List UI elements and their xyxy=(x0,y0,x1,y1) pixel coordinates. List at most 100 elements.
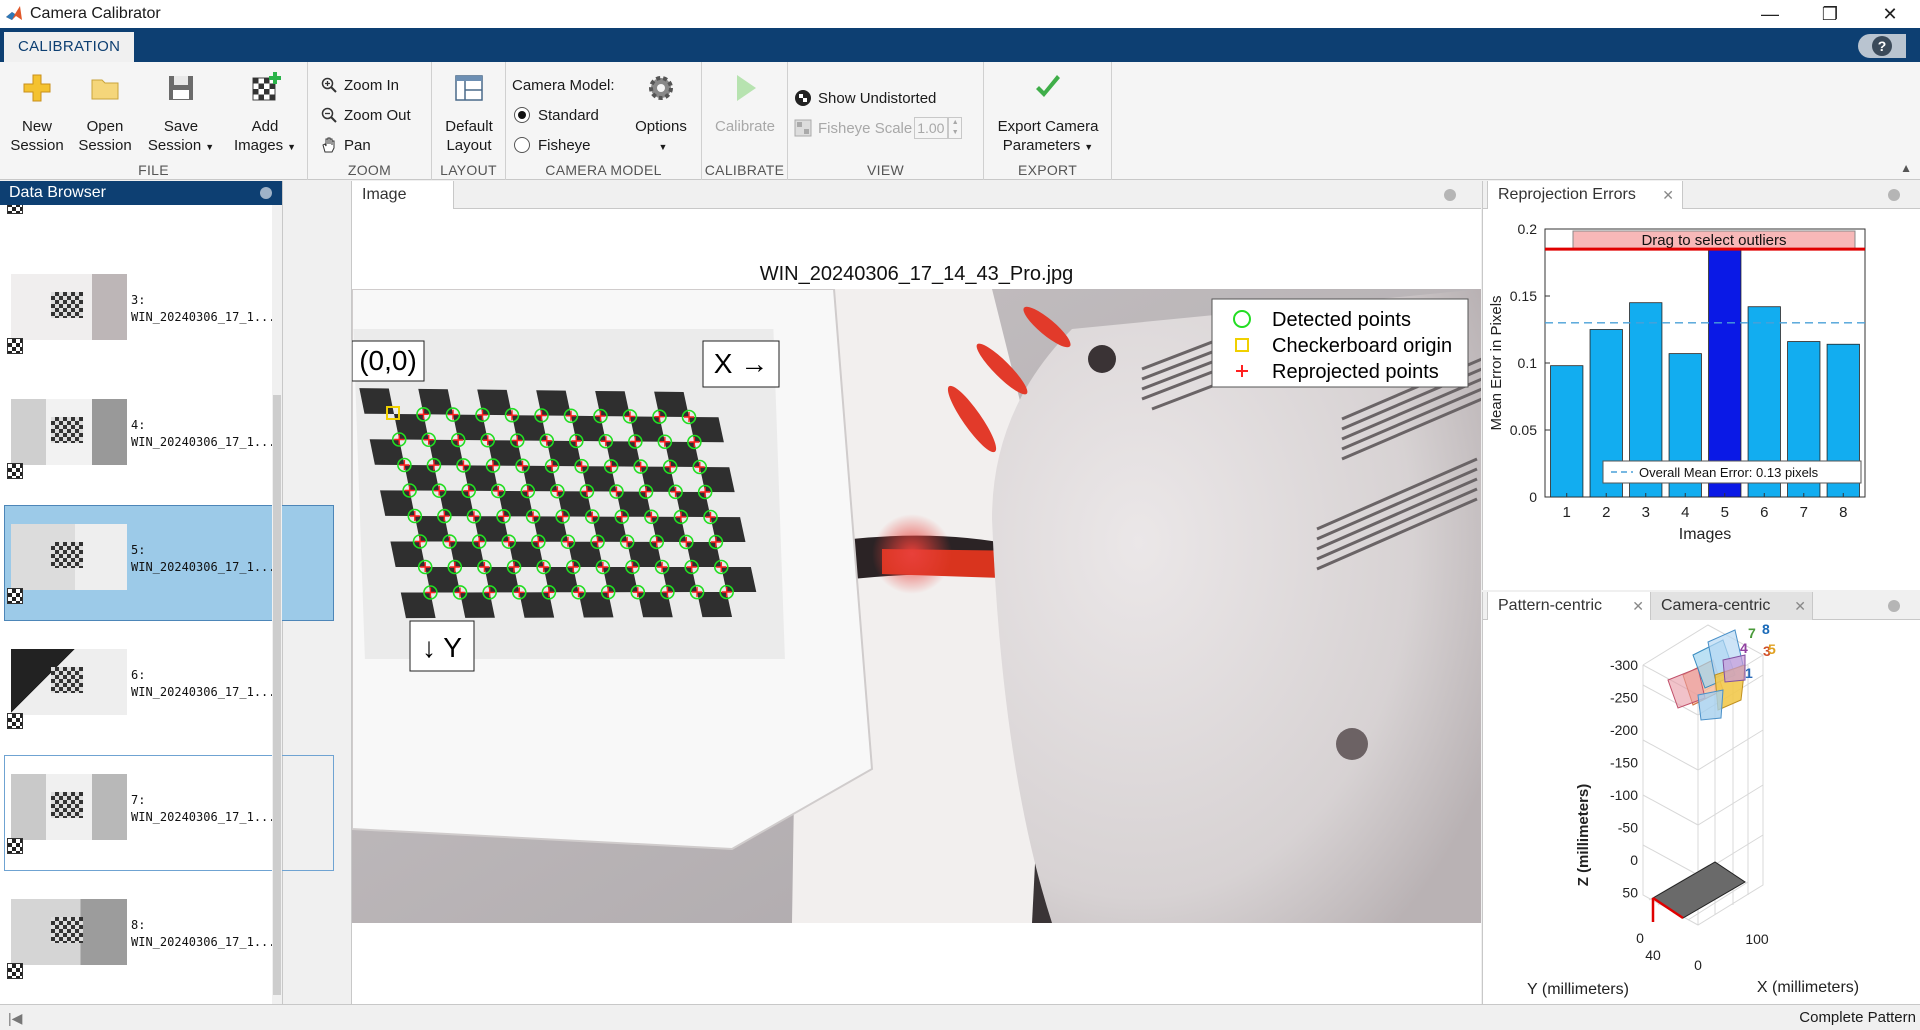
list-item-caption: 3: WIN_20240306_17_1... xyxy=(131,293,276,324)
calibration-image[interactable]: (0,0) X → ↓ Y Detected points Checkerboa… xyxy=(352,289,1481,923)
add-images-button[interactable]: Add Images ▼ xyxy=(228,72,302,157)
y-tick-label: 0 xyxy=(1636,930,1644,946)
tab-camera-centric[interactable]: Camera-centric ✕ xyxy=(1651,592,1813,620)
extrinsics-panel: Pattern-centric ✕ Camera-centric ✕ 7 8 4… xyxy=(1482,592,1920,1004)
checkerboard-badge-icon xyxy=(7,205,23,214)
panel-options-icon[interactable] xyxy=(1888,189,1900,201)
calibrate-button[interactable]: Calibrate xyxy=(708,72,782,136)
tab-reprojection-errors[interactable]: Reprojection Errors ✕ xyxy=(1487,181,1683,209)
thumbnail-image xyxy=(11,274,127,340)
list-item[interactable] xyxy=(4,205,334,231)
checkerboard-badge-icon xyxy=(7,338,23,354)
export-group: Export Camera Parameters ▼ EXPORT xyxy=(984,62,1112,180)
camera-model-group-label: CAMERA MODEL xyxy=(545,162,662,178)
x-tick-label: 0 xyxy=(1694,957,1702,973)
maximize-button[interactable]: ❐ xyxy=(1800,0,1860,28)
panel-options-icon[interactable] xyxy=(1444,189,1456,201)
error-bar[interactable] xyxy=(1550,365,1584,498)
list-item[interactable]: 5: WIN_20240306_17_1... xyxy=(4,505,334,621)
minimize-button[interactable]: — xyxy=(1740,0,1800,28)
status-bar: |◀ Complete Pattern xyxy=(0,1004,1920,1030)
z-tick-label: -250 xyxy=(1610,690,1638,706)
scroll-start-icon[interactable]: |◀ xyxy=(8,1010,22,1027)
tab-pattern-centric[interactable]: Pattern-centric ✕ xyxy=(1487,592,1651,620)
image-list[interactable]: 3: WIN_20240306_17_1... 4: WIN_20240306_17_… xyxy=(0,205,338,1005)
help-button[interactable]: ? xyxy=(1858,34,1906,58)
default-layout-button[interactable]: Default Layout xyxy=(432,72,506,155)
error-bar[interactable] xyxy=(1708,248,1742,498)
pan-button[interactable]: Pan xyxy=(320,134,371,156)
scrollbar[interactable] xyxy=(272,205,282,1005)
z-tick-label: -150 xyxy=(1610,755,1638,771)
undistort-icon xyxy=(794,89,812,107)
export-group-label: EXPORT xyxy=(1017,162,1078,178)
reprojection-errors-chart[interactable]: 0 0.05 0.1 0.15 0.2 Drag to select outliers 1 2… xyxy=(1483,209,1920,589)
matlab-logo-icon xyxy=(6,6,22,20)
scrollbar-thumb[interactable] xyxy=(273,395,281,995)
save-session-button[interactable]: Save Session ▼ xyxy=(144,72,218,157)
export-camera-parameters-button[interactable]: Export Camera Parameters ▼ xyxy=(988,72,1108,157)
reprojection-tabstrip: Reprojection Errors ✕ xyxy=(1483,181,1920,209)
fisheye-scale-icon xyxy=(794,119,812,137)
y-tick-label: 0.1 xyxy=(1518,355,1538,371)
list-item[interactable]: 8: WIN_20240306_17_1... xyxy=(4,880,334,996)
close-tab-icon[interactable]: ✕ xyxy=(1794,592,1806,620)
options-button[interactable]: Options ▼ xyxy=(624,72,698,157)
checkerboard-badge-icon xyxy=(7,963,23,979)
file-group-label: FILE xyxy=(138,162,169,178)
show-undistorted-button[interactable]: Show Undistorted xyxy=(794,87,936,109)
zoom-in-button[interactable]: Zoom In xyxy=(320,74,399,96)
title-bar: Camera Calibrator — ❐ ✕ xyxy=(0,0,1920,28)
extrinsics-3d-plot[interactable]: 7 8 4 3 5 1 -300-250-200-150-100-5005004… xyxy=(1483,620,1920,1004)
checker-square xyxy=(359,388,394,414)
panel-options-icon[interactable] xyxy=(260,187,272,199)
fisheye-scale-spinner[interactable]: ▲ ▼ xyxy=(948,117,963,139)
add-checkerboard-icon xyxy=(252,72,281,101)
z-tick-label: 50 xyxy=(1622,885,1638,901)
svg-text:X →: X → xyxy=(714,348,768,379)
list-item[interactable]: 3: WIN_20240306_17_1... xyxy=(4,255,334,371)
close-tab-icon[interactable]: ✕ xyxy=(1632,592,1644,620)
layout-group-label: LAYOUT xyxy=(440,162,497,178)
toolstrip: New Session Open Session Save Session ▼ A… xyxy=(0,62,1920,180)
list-item[interactable]: 7: WIN_20240306_17_1... xyxy=(4,755,334,871)
radio-unselected-icon xyxy=(514,137,530,153)
y-tick-label: 40 xyxy=(1645,947,1661,963)
y-axis-label: Y (millimeters) xyxy=(1527,981,1629,998)
collapse-toolstrip-icon[interactable]: ▲ xyxy=(1900,161,1912,175)
fisheye-radio[interactable]: Fisheye xyxy=(514,134,591,156)
window-title: Camera Calibrator xyxy=(30,5,161,22)
fisheye-scale-input[interactable]: 1.00 xyxy=(914,117,949,139)
legend-origin: Checkerboard origin xyxy=(1272,335,1452,357)
close-tab-icon[interactable]: ✕ xyxy=(1662,181,1674,209)
legend-detected: Detected points xyxy=(1272,309,1411,331)
zoom-group: Zoom In Zoom Out Pan ZOOM xyxy=(308,62,432,180)
help-icon: ? xyxy=(1872,36,1892,56)
svg-text:8: 8 xyxy=(1762,621,1770,637)
standard-radio[interactable]: Standard xyxy=(514,104,599,126)
fisheye-scale-control: Fisheye Scale 1.00 ▲ ▼ xyxy=(794,117,963,139)
tab-image[interactable]: Image xyxy=(352,181,454,209)
tab-calibration[interactable]: CALIBRATION xyxy=(4,32,135,62)
close-button[interactable]: ✕ xyxy=(1860,0,1920,28)
select-outliers-banner[interactable]: Drag to select outliers xyxy=(1572,230,1856,250)
panel-options-icon[interactable] xyxy=(1888,600,1900,612)
list-item[interactable]: 6: WIN_20240306_17_1... xyxy=(4,630,334,746)
zoom-in-icon xyxy=(320,76,338,94)
open-session-button[interactable]: Open Session xyxy=(68,72,142,155)
zoom-out-button[interactable]: Zoom Out xyxy=(320,104,411,126)
gear-icon xyxy=(649,76,673,100)
origin-label: (0,0) xyxy=(352,340,425,382)
plot-3d-ticks: -300-250-200-150-100-500500400100 xyxy=(1610,657,1769,973)
y-tick-label: 0.15 xyxy=(1510,288,1537,304)
list-item[interactable]: 4: WIN_20240306_17_1... xyxy=(4,380,334,496)
image-filename: WIN_20240306_17_14_43_Pro.jpg xyxy=(759,263,1074,285)
radio-selected-icon xyxy=(514,107,530,123)
x-tick-label: 6 xyxy=(1760,504,1768,521)
new-session-button[interactable]: New Session xyxy=(0,72,74,155)
svg-text:(0,0): (0,0) xyxy=(359,345,417,376)
thumbnail-image xyxy=(11,399,127,465)
svg-text:1: 1 xyxy=(1745,665,1753,681)
zoom-out-icon xyxy=(320,106,338,124)
x-tick-label: 4 xyxy=(1681,504,1689,521)
